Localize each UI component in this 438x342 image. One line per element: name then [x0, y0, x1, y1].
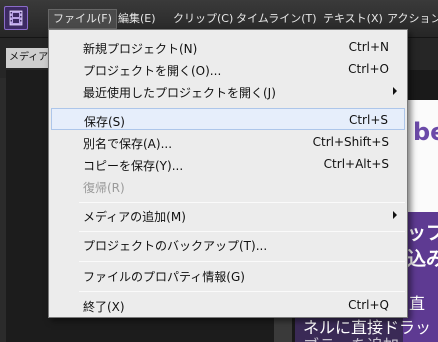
menu-item-backup-project[interactable]: プロジェクトのバックアップ(T)... [51, 233, 405, 255]
menu-clip[interactable]: クリップ(C) [169, 9, 237, 29]
menu-separator [79, 291, 405, 292]
menu-timeline[interactable]: タイムライン(T) [232, 9, 321, 29]
menu-item-label: メディアの追加(M) [83, 210, 186, 224]
menu-item-open-recent[interactable]: 最近使用したプロジェクトを開く(J) [51, 80, 405, 102]
submenu-arrow-icon [393, 87, 397, 95]
menu-separator [79, 231, 405, 232]
menu-item-new-project[interactable]: 新規プロジェクト(N) Ctrl+N [51, 36, 405, 58]
menu-item-open-project[interactable]: プロジェクトを開く(O)... Ctrl+O [51, 58, 405, 80]
menu-item-label: 保存(S) [84, 115, 125, 129]
preview-brand-text: be [413, 118, 438, 146]
preview-heading-1: ップ [407, 222, 438, 244]
menu-item-exit[interactable]: 終了(X) Ctrl+Q [51, 294, 405, 316]
preview-line-3: ブラ…を追加 [303, 332, 399, 342]
menu-edit[interactable]: 編集(E) [114, 9, 160, 29]
menu-item-file-properties[interactable]: ファイルのプロパティ情報(G) [51, 264, 405, 286]
menu-item-save-as[interactable]: 別名で保存(A)... Ctrl+Shift+S [51, 131, 405, 153]
menu-item-add-media[interactable]: メディアの追加(M) [51, 204, 405, 226]
menu-item-shortcut: Ctrl+Shift+S [312, 135, 389, 149]
menu-item-shortcut: Ctrl+N [348, 40, 389, 54]
menu-item-shortcut: Ctrl+Q [348, 298, 389, 312]
menu-file[interactable]: ファイル(F) [48, 9, 117, 29]
app-film-icon[interactable] [4, 6, 28, 30]
menu-item-revert: 復帰(R) [51, 175, 405, 197]
film-strip-icon [9, 10, 23, 26]
menu-item-label: 新規プロジェクト(N) [83, 42, 198, 56]
menu-item-label: ファイルのプロパティ情報(G) [83, 270, 245, 284]
menu-separator [79, 261, 405, 262]
menu-item-shortcut: Ctrl+O [348, 62, 389, 76]
menu-action[interactable]: アクション/ [383, 9, 438, 29]
menu-item-label: プロジェクトを開く(O)... [83, 64, 222, 78]
menu-item-shortcut: Ctrl+S [348, 113, 388, 127]
menu-item-label: 最近使用したプロジェクトを開く(J) [83, 86, 276, 100]
menu-item-shortcut: Ctrl+Alt+S [323, 157, 389, 171]
menu-separator [79, 202, 405, 203]
menu-item-label: 復帰(R) [83, 181, 125, 195]
menu-text[interactable]: テキスト(X) [319, 9, 387, 29]
submenu-arrow-icon [393, 211, 397, 219]
menu-item-label: 別名で保存(A)... [83, 137, 173, 151]
menu-item-label: コピーを保存(Y)... [83, 159, 184, 173]
preview-heading-2: 込み [407, 248, 438, 270]
menu-item-save[interactable]: 保存(S) Ctrl+S [51, 108, 405, 130]
menu-item-label: 終了(X) [83, 300, 125, 314]
file-menu-dropdown: 新規プロジェクト(N) Ctrl+N プロジェクトを開く(O)... Ctrl+… [48, 29, 408, 318]
menu-item-label: プロジェクトのバックアップ(T)... [83, 239, 268, 253]
menu-item-save-copy[interactable]: コピーを保存(Y)... Ctrl+Alt+S [51, 153, 405, 175]
